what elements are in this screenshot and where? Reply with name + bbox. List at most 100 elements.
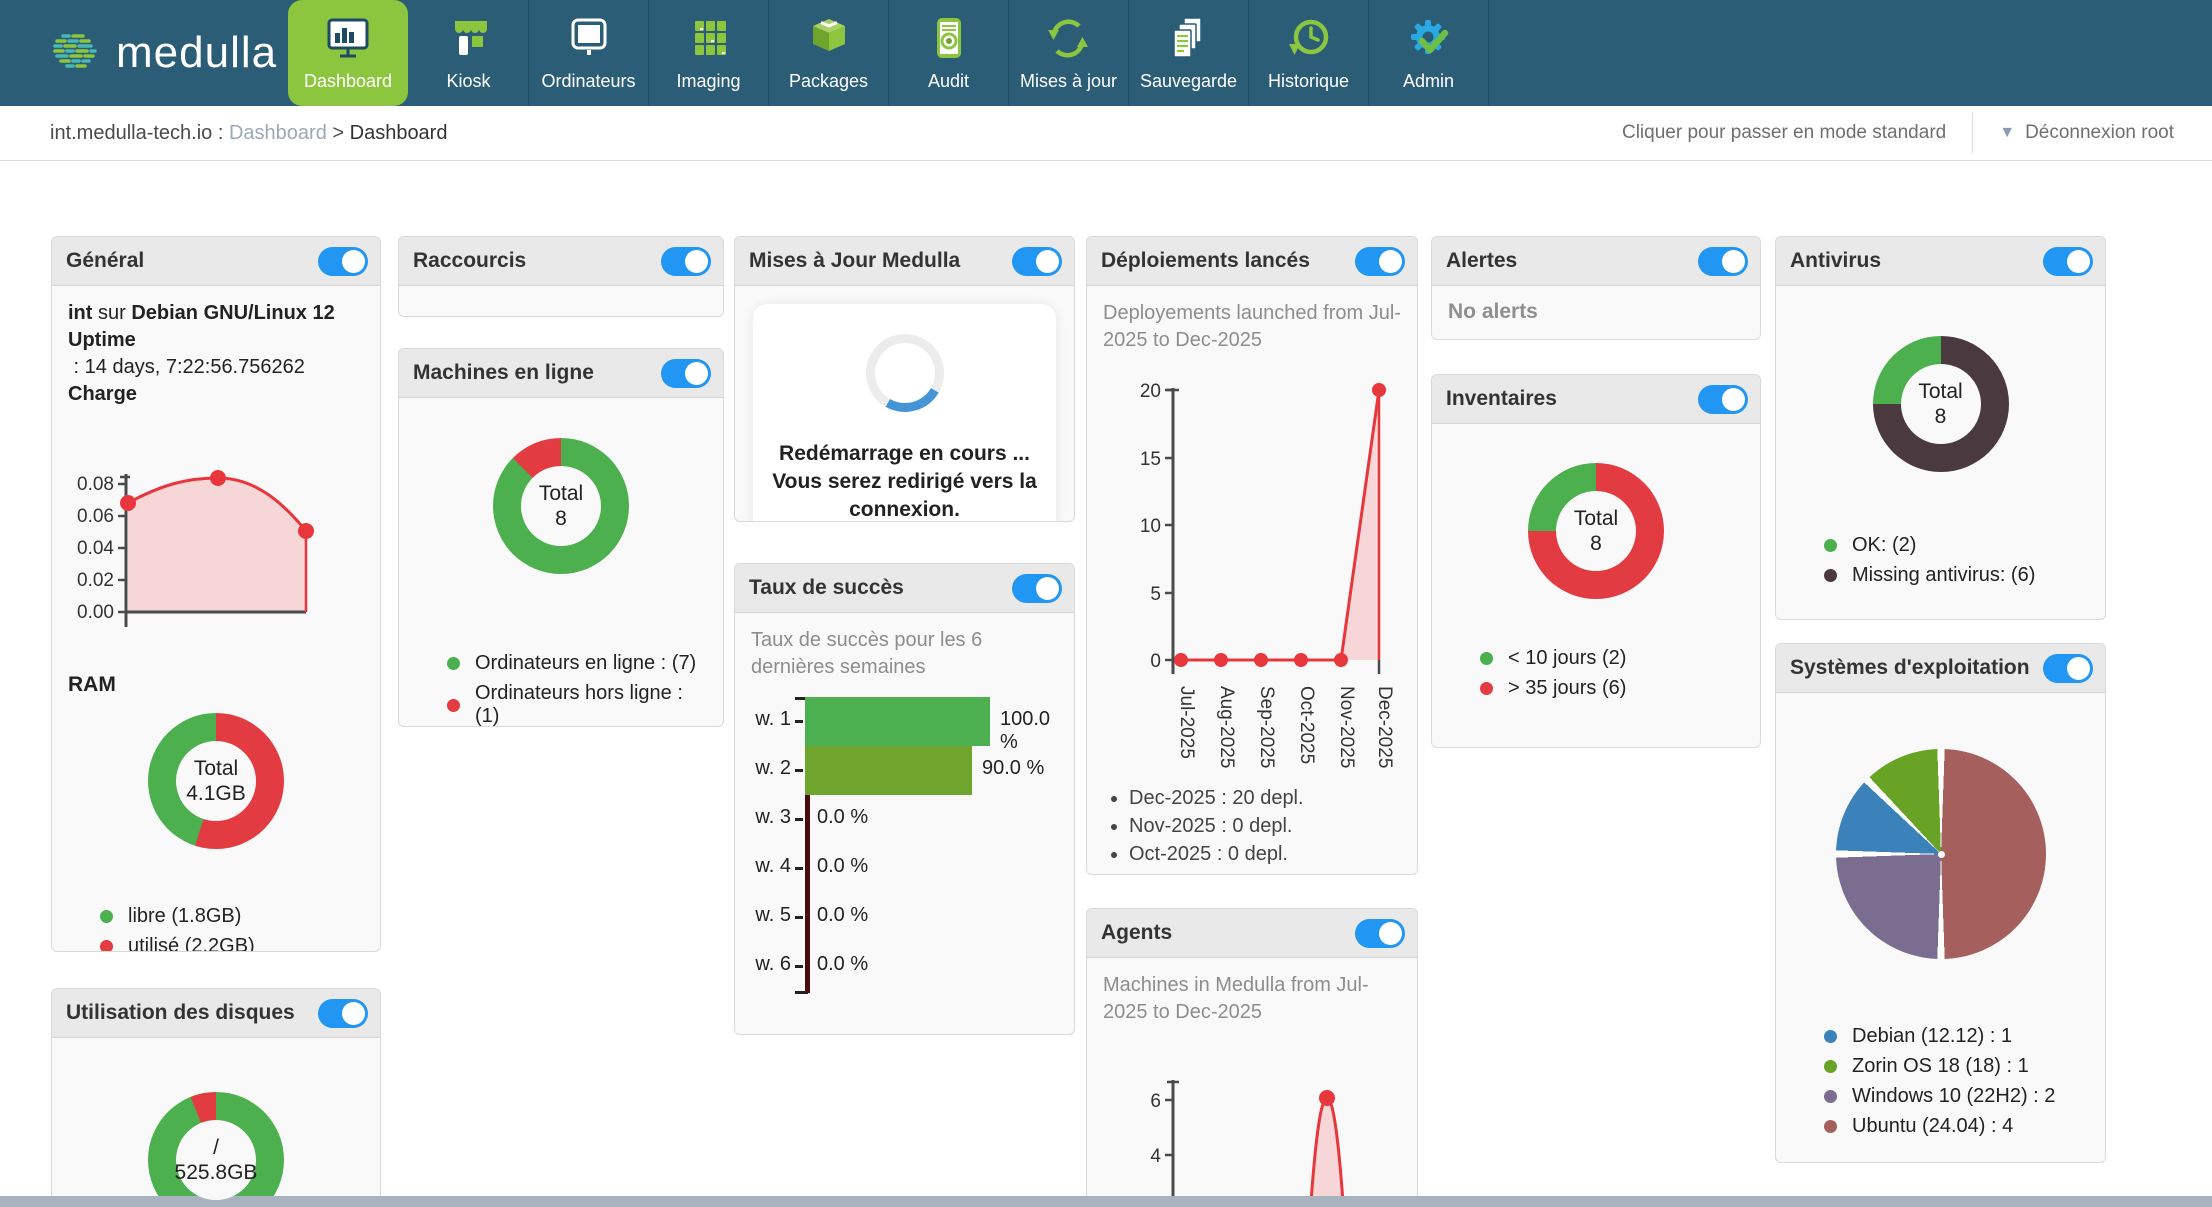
card-agents-toggle[interactable] [1355, 919, 1405, 948]
axis-tick [795, 867, 803, 870]
card-agents-header: Agents [1087, 909, 1417, 958]
card-title: Taux de succès [749, 576, 904, 600]
card-title: Mises à Jour Medulla [749, 249, 960, 273]
standard-mode-link[interactable]: Cliquer pour passer en mode standard [1622, 122, 1946, 144]
list-item: Oct-2025 : 0 depl. [1129, 840, 1401, 868]
vertical-divider [1972, 113, 1973, 153]
breadcrumb: int.medulla-tech.io : Dashboard > Dashbo… [50, 106, 447, 160]
card-disk-usage: Utilisation des disques /525.8GB [51, 988, 381, 1207]
nav-item-admin[interactable]: Admin [1369, 0, 1489, 106]
x-tick: Dec-2025 [1374, 686, 1395, 768]
host-os-line: int sur Debian GNU/Linux 12 [68, 300, 364, 327]
ram-label: RAM [68, 673, 364, 697]
nav-item-sauvegarde[interactable]: Sauvegarde [1129, 0, 1249, 106]
card-alerts-toggle[interactable] [1698, 247, 1748, 276]
nav-label: Imaging [676, 71, 740, 92]
card-agents: Agents Machines in Medulla from Jul-2025… [1086, 908, 1418, 1207]
card-success-rate-toggle[interactable] [1012, 574, 1062, 603]
card-antivirus-toggle[interactable] [2043, 247, 2093, 276]
card-machines-online-toggle[interactable] [661, 359, 711, 388]
inventories-donut-chart: Total8 [1528, 463, 1664, 599]
toggle-knob [2067, 657, 2090, 680]
card-success-rate-header: Taux de succès [735, 564, 1074, 613]
admin-gear-check-icon [1403, 12, 1455, 66]
toggle-knob [2067, 250, 2090, 273]
x-tick: Sep-2025 [1256, 686, 1277, 768]
audit-eye-icon [923, 12, 975, 66]
backup-documents-icon [1163, 12, 1215, 66]
bar-week1 [805, 697, 990, 746]
legend-item: libre (1.8GB) [100, 905, 364, 928]
nav-item-imaging[interactable]: Imaging [649, 0, 769, 106]
card-alerts-header: Alertes [1432, 237, 1760, 286]
card-alerts: Alertes No alerts [1431, 236, 1761, 340]
logout-link[interactable]: ▼ Déconnexion root [1999, 122, 2174, 144]
nav-item-mises-a-jour[interactable]: Mises à jour [1009, 0, 1129, 106]
card-operating-systems-toggle[interactable] [2043, 654, 2093, 683]
card-machines-online-header: Machines en ligne [399, 349, 723, 398]
card-medulla-updates-body: Redémarrage en cours ... Vous serez redi… [735, 286, 1074, 522]
card-title: Alertes [1446, 249, 1517, 273]
nav-item-kiosk[interactable]: Kiosk [409, 0, 529, 106]
bar-label: w. 4 [751, 855, 791, 878]
legend-dot [100, 910, 113, 923]
nav-item-historique[interactable]: Historique [1249, 0, 1369, 106]
nav-item-ordinateurs[interactable]: Ordinateurs [529, 0, 649, 106]
nav-label: Packages [789, 71, 868, 92]
card-success-rate: Taux de succès Taux de succès pour les 6… [734, 563, 1075, 1035]
toggle-knob [1036, 250, 1059, 273]
update-arrows-icon [1043, 12, 1095, 66]
y-tick: 0.06 [77, 506, 114, 527]
card-general-toggle[interactable] [318, 247, 368, 276]
nav-item-packages[interactable]: Packages [769, 0, 889, 106]
nav-label: Historique [1268, 71, 1349, 92]
bar-value: 0.0 % [817, 953, 868, 976]
history-clock-icon [1283, 12, 1335, 66]
medulla-logo[interactable]: medulla [46, 0, 277, 106]
medulla-dashboard: medulla Dashboard [0, 0, 2212, 1207]
card-title: Raccourcis [413, 249, 526, 273]
antivirus-donut-chart: Total8 [1873, 336, 2009, 472]
donut-center-label: Total8 [493, 438, 629, 574]
card-antivirus-header: Antivirus [1776, 237, 2105, 286]
nav-item-dashboard[interactable]: Dashboard [288, 0, 408, 106]
legend-item: > 35 jours (6) [1480, 677, 1744, 700]
y-tick: 5 [1150, 584, 1161, 605]
y-tick: 0 [1150, 651, 1161, 672]
card-antivirus: Antivirus Total8 OK: (2) Missing antivir… [1775, 236, 2106, 620]
card-general: Général int sur Debian GNU/Linux 12 Upti… [51, 236, 381, 952]
y-tick: 20 [1140, 381, 1161, 402]
restart-message: Redémarrage en cours ... Vous serez redi… [771, 440, 1038, 522]
card-operating-systems-body: Debian (12.12) : 1 Zorin OS 18 (18) : 1 … [1776, 693, 2105, 1152]
card-title: Inventaires [1446, 387, 1557, 411]
bar-label: w. 2 [751, 757, 791, 780]
zero-bars-strip [805, 795, 810, 993]
donut-center-label: /525.8GB [148, 1092, 284, 1207]
imaging-icon [683, 12, 735, 66]
system-info: int sur Debian GNU/Linux 12 Uptime : 14 … [68, 300, 364, 408]
list-item: Dec-2025 : 20 depl. [1129, 784, 1401, 812]
nav-label: Dashboard [304, 71, 392, 92]
card-disk-usage-body: /525.8GB [52, 1038, 380, 1207]
legend-item: Missing antivirus: (6) [1824, 564, 2089, 587]
card-alerts-body: No alerts [1432, 286, 1760, 338]
x-tick: Jul-2025 [1176, 686, 1197, 759]
card-machines-online-body: Total8 Ordinateurs en ligne : (7) Ordina… [399, 398, 723, 727]
y-tick: 0.08 [77, 474, 114, 495]
breadcrumb-section-link[interactable]: Dashboard [229, 122, 327, 145]
card-shortcuts-toggle[interactable] [661, 247, 711, 276]
x-tick: Nov-2025 [1336, 686, 1357, 768]
card-disk-usage-toggle[interactable] [318, 999, 368, 1028]
breadcrumb-current-page: Dashboard [350, 122, 448, 145]
card-deployments-toggle[interactable] [1355, 247, 1405, 276]
card-title: Machines en ligne [413, 361, 594, 385]
legend-item: Windows 10 (22H2) : 2 [1824, 1085, 2089, 1108]
nav-item-audit[interactable]: Audit [889, 0, 1009, 106]
card-inventories-toggle[interactable] [1698, 385, 1748, 414]
card-medulla-updates-toggle[interactable] [1012, 247, 1062, 276]
horizontal-scrollbar[interactable] [0, 1196, 2212, 1207]
card-machines-online: Machines en ligne Total8 Ordinateurs en … [398, 348, 724, 727]
card-medulla-updates-header: Mises à Jour Medulla [735, 237, 1074, 286]
os-pie-chart [1836, 749, 2046, 959]
toggle-knob [342, 1002, 365, 1025]
